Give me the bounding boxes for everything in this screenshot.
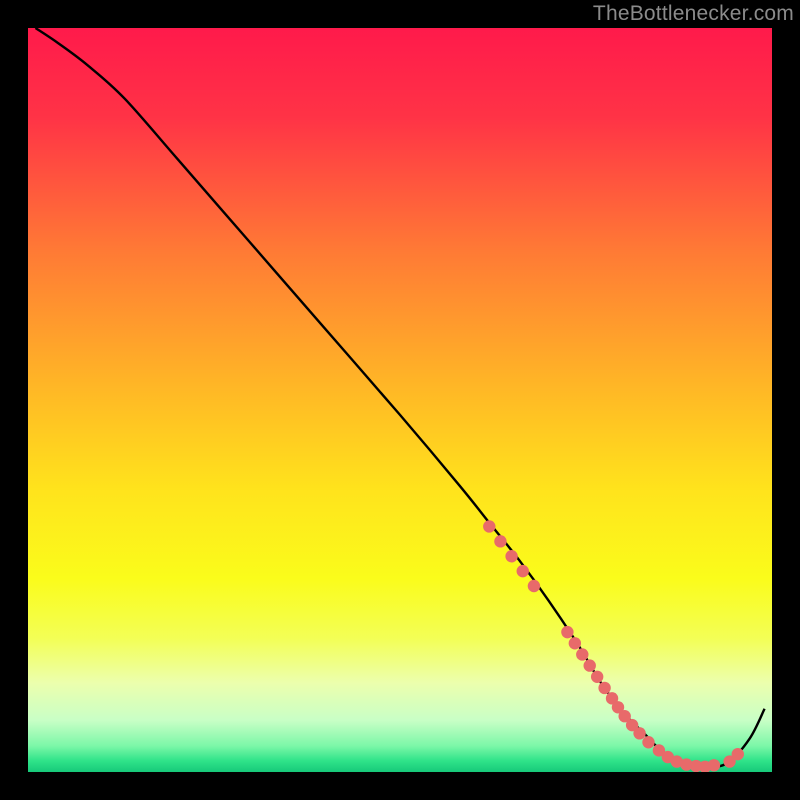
highlight-dot — [569, 637, 581, 649]
highlight-dot — [505, 550, 517, 562]
highlight-dot — [494, 535, 506, 547]
highlight-dot — [708, 759, 720, 771]
highlight-dot — [598, 682, 610, 694]
highlight-dot — [732, 748, 744, 760]
attribution-text: TheBottlenecker.com — [593, 2, 794, 26]
highlight-dot — [633, 727, 645, 739]
chart-svg — [28, 28, 772, 772]
highlight-dot — [483, 520, 495, 532]
highlight-dot — [561, 626, 573, 638]
gradient-background — [28, 28, 772, 772]
highlight-dot — [528, 580, 540, 592]
highlight-dot — [591, 671, 603, 683]
highlight-dot — [576, 648, 588, 660]
plot-area — [28, 28, 772, 772]
highlight-dot — [517, 565, 529, 577]
chart-stage: TheBottlenecker.com — [0, 0, 800, 800]
highlight-dot — [584, 659, 596, 671]
highlight-dot — [642, 736, 654, 748]
